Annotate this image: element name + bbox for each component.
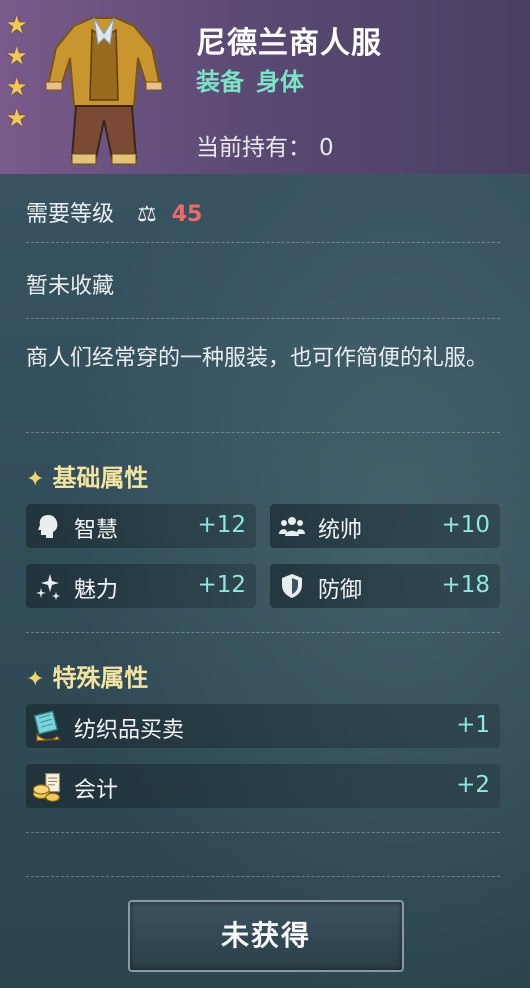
stat-defense: 防御 +18 (270, 564, 500, 608)
item-header: ★ ★ ★ ★ 尼德兰商人服 装备 身体 当前持有： 0 (0, 0, 530, 174)
divider (26, 432, 500, 433)
owned-label: 当前持有： (196, 135, 311, 161)
level-requirement: 需要等级 ⚖ 45 (26, 196, 202, 228)
head-icon (38, 515, 58, 538)
group-icon (279, 517, 305, 536)
collection-status: 暂未收藏 (26, 274, 115, 299)
skill-textile-trade: 纺织品买卖 +1 (26, 704, 500, 748)
rarity-stars: ★ ★ ★ ★ (6, 10, 28, 134)
stat-value: +18 (441, 572, 490, 598)
basic-attributes-title: ✦ 基础属性 (26, 458, 148, 493)
owned-value: 0 (319, 135, 334, 161)
stat-wisdom: 智慧 +12 (26, 504, 256, 548)
divider (26, 318, 500, 319)
sparkle-icon (36, 574, 60, 600)
item-title: 尼德兰商人服 (196, 26, 382, 61)
divider (26, 632, 500, 633)
requirement-label: 需要等级 (26, 202, 115, 227)
stat-label: 防御 (318, 578, 363, 603)
outfit-portrait (45, 17, 163, 165)
star-icon: ★ (6, 42, 28, 70)
sparkle-icon: ✦ (26, 467, 45, 492)
stat-label: 统帅 (318, 518, 363, 543)
skill-value: +2 (456, 772, 490, 798)
shield-icon (282, 574, 302, 598)
stat-label: 智慧 (74, 518, 119, 543)
owned-count: 当前持有： 0 (196, 128, 334, 162)
skill-label: 纺织品买卖 (74, 718, 185, 743)
skill-value: +1 (456, 712, 490, 738)
item-type-primary: 装备 (196, 68, 244, 96)
coins-icon (32, 772, 61, 802)
divider (26, 832, 500, 833)
textile-icon (33, 710, 61, 742)
item-type-secondary: 身体 (256, 68, 304, 96)
item-type: 装备 身体 (196, 62, 316, 97)
basic-attributes-label: 基础属性 (52, 464, 149, 492)
sparkle-icon: ✦ (26, 667, 45, 692)
star-icon: ★ (6, 73, 28, 101)
divider (26, 876, 500, 877)
item-description: 商人们经常穿的一种服装，也可作简便的礼服。 (26, 346, 489, 371)
stat-value: +10 (441, 512, 490, 538)
stat-command: 统帅 +10 (270, 504, 500, 548)
skill-label: 会计 (74, 778, 119, 803)
not-obtained-button[interactable]: 未获得 (128, 900, 404, 972)
required-level: 45 (171, 202, 203, 227)
stat-label: 魅力 (74, 578, 119, 603)
star-icon: ★ (6, 104, 28, 132)
skill-accounting: 会计 +2 (26, 764, 500, 808)
star-icon: ★ (6, 11, 28, 39)
stat-value: +12 (197, 572, 246, 598)
special-attributes-label: 特殊属性 (52, 664, 149, 692)
divider (26, 242, 500, 243)
special-attributes-title: ✦ 特殊属性 (26, 658, 148, 693)
stat-value: +12 (197, 512, 246, 538)
scale-icon: ⚖ (137, 202, 157, 227)
stat-charm: 魅力 +12 (26, 564, 256, 608)
